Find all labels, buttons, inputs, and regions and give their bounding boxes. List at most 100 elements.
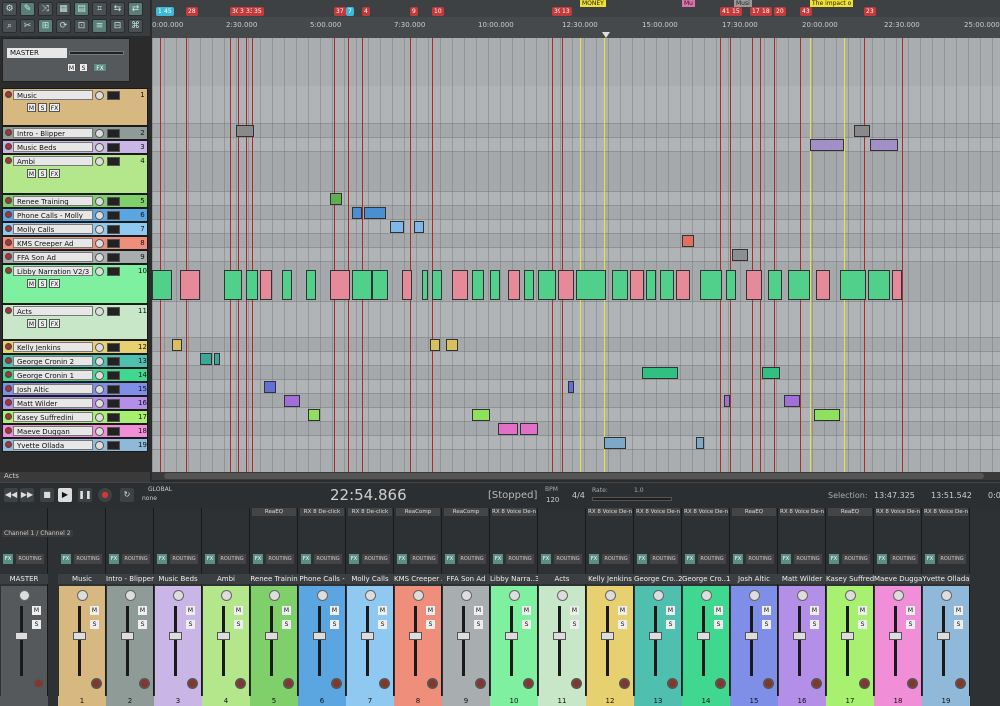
mute-button[interactable]: M — [810, 606, 819, 615]
strip-name[interactable]: George Cro..2 — [634, 574, 682, 584]
mixer-strip-9[interactable]: ReaComp FX ROUTING FFA Son Ad M S 9 — [442, 508, 490, 706]
media-item[interactable] — [892, 270, 902, 300]
fx-button[interactable]: FX — [157, 554, 167, 564]
volume-knob[interactable] — [95, 197, 104, 206]
volume-knob[interactable] — [95, 357, 104, 366]
toolbar-button-8[interactable]: ⇄ — [128, 2, 143, 16]
routing-button[interactable]: ROUTING — [554, 554, 582, 564]
record-arm-icon[interactable] — [331, 678, 342, 689]
record-arm-icon[interactable] — [715, 678, 726, 689]
volume-knob[interactable] — [95, 225, 104, 234]
volume-fader[interactable] — [505, 632, 518, 640]
fx-slot[interactable]: RX 8 Voice De-nc — [924, 508, 968, 516]
record-arm-icon[interactable] — [571, 678, 582, 689]
track-name[interactable]: Music Beds — [13, 142, 93, 152]
track-name[interactable]: Josh Altic — [13, 384, 93, 394]
media-item[interactable] — [284, 395, 300, 407]
mixer-strip-master[interactable]: FX ROUTING MASTER M S — [0, 508, 48, 706]
mixer-strip-19[interactable]: RX 8 Voice De-nc FX ROUTING Yvette Ollada M S… — [922, 508, 970, 706]
solo-button[interactable]: S — [186, 620, 195, 629]
fx-slot[interactable]: ReaComp — [444, 508, 488, 516]
solo-button[interactable]: S — [234, 620, 243, 629]
mixer-strip-17[interactable]: ReaEQ FX ROUTING Kasey Suffred M S 17 — [826, 508, 874, 706]
solo-button[interactable]: S — [570, 620, 579, 629]
region-label[interactable]: Mu — [682, 0, 695, 7]
solo-button[interactable]: S — [810, 620, 819, 629]
solo-button[interactable]: S — [38, 169, 47, 178]
volume-fader[interactable] — [745, 632, 758, 640]
pan-knob[interactable] — [173, 590, 184, 601]
toolbar-button-3[interactable]: ⤨ — [38, 2, 53, 16]
mixer-strip-10[interactable]: RX 8 Voice De-nc FX ROUTING Libby Narra..3 M… — [490, 508, 538, 706]
media-item[interactable] — [498, 423, 518, 435]
record-arm-icon[interactable] — [859, 678, 870, 689]
volume-fader[interactable] — [217, 632, 230, 640]
media-item[interactable] — [630, 270, 644, 300]
scrollbar-thumb[interactable] — [164, 473, 984, 479]
mixer-strip-14[interactable]: RX 8 Voice De-nc FX ROUTING George Cro..1 M S… — [682, 508, 730, 706]
volume-knob[interactable] — [95, 371, 104, 380]
mute-button[interactable]: M — [330, 606, 339, 615]
media-item[interactable] — [308, 409, 320, 421]
mixer-strip-3[interactable]: FX ROUTING Music Beds M S 3 — [154, 508, 202, 706]
solo-button[interactable]: S — [378, 620, 387, 629]
volume-knob[interactable] — [95, 413, 104, 422]
track-name[interactable]: Kelly Jenkins — [13, 342, 93, 352]
track-11[interactable]: Acts 11 M S FX — [2, 304, 148, 340]
track-2[interactable]: Intro - Blipper 2 — [2, 126, 148, 140]
project-marker[interactable]: 20 — [774, 7, 786, 16]
record-arm-icon[interactable] — [5, 267, 12, 274]
routing-button[interactable]: ROUTING — [410, 554, 438, 564]
solo-button[interactable]: S — [282, 620, 291, 629]
solo-button[interactable]: S — [38, 279, 47, 288]
track-15[interactable]: Josh Altic 15 — [2, 382, 148, 396]
track-name[interactable]: Matt Wilder — [13, 398, 93, 408]
mute-button[interactable]: M — [906, 606, 915, 615]
project-marker[interactable]: 37 — [334, 7, 346, 16]
record-arm-icon[interactable] — [5, 239, 12, 246]
toolbar-button-5[interactable]: ▤ — [74, 2, 89, 16]
media-item[interactable] — [762, 367, 780, 379]
routing-button[interactable]: ROUTING — [842, 554, 870, 564]
volume-fader[interactable] — [793, 632, 806, 640]
mute-button[interactable]: M — [282, 606, 291, 615]
routing-button[interactable]: ROUTING — [266, 554, 294, 564]
record-arm-icon[interactable] — [5, 91, 12, 98]
media-item[interactable] — [816, 270, 830, 300]
strip-name[interactable]: Kelly Jenkins — [586, 574, 634, 584]
volume-fader[interactable] — [649, 632, 662, 640]
media-item[interactable] — [172, 339, 182, 351]
pause-button[interactable]: ❚❚ — [78, 488, 92, 502]
fx-button[interactable]: FX — [589, 554, 599, 564]
fx-button[interactable]: FX — [253, 554, 263, 564]
track-18[interactable]: Maeve Duggan 18 — [2, 424, 148, 438]
media-item[interactable] — [524, 270, 534, 300]
record-arm-icon[interactable] — [283, 678, 294, 689]
mixer-strip-4[interactable]: FX ROUTING Ambi M S 4 — [202, 508, 250, 706]
mute-button[interactable]: M — [27, 319, 36, 328]
volume-fader[interactable] — [841, 632, 854, 640]
routing-button[interactable]: ROUTING — [74, 554, 102, 564]
mute-button[interactable]: M — [27, 103, 36, 112]
volume-fader[interactable] — [889, 632, 902, 640]
solo-button[interactable]: S — [906, 620, 915, 629]
selection-length[interactable]: 0:0 — [988, 491, 1000, 500]
mixer-strip-8[interactable]: ReaComp FX ROUTING KMS Creeper AMS8 — [394, 508, 442, 706]
region-label[interactable]: The impact o — [810, 0, 854, 7]
record-arm-icon[interactable] — [91, 678, 102, 689]
pan-knob[interactable] — [461, 590, 472, 601]
solo-button[interactable]: S — [38, 103, 47, 112]
master-mute-button[interactable]: M — [67, 63, 76, 72]
track-name[interactable]: Phone Calls - Molly — [13, 210, 93, 220]
track-5[interactable]: Renee Training 5 — [2, 194, 148, 208]
record-arm-icon[interactable] — [235, 678, 246, 689]
mixer-strip-15[interactable]: ReaEQ FX ROUTING Josh Altic M S 15 — [730, 508, 778, 706]
track-1[interactable]: Music 1 M S FX — [2, 88, 148, 126]
solo-button[interactable]: S — [858, 620, 867, 629]
toolbar-button-2[interactable]: ✎ — [20, 2, 35, 16]
fx-slot[interactable]: ReaEQ — [828, 508, 872, 516]
media-item[interactable] — [214, 353, 220, 365]
strip-name[interactable]: Yvette Ollada — [922, 574, 970, 584]
media-item[interactable] — [768, 270, 782, 300]
toolbar-button-6[interactable]: ⌗ — [92, 2, 107, 16]
